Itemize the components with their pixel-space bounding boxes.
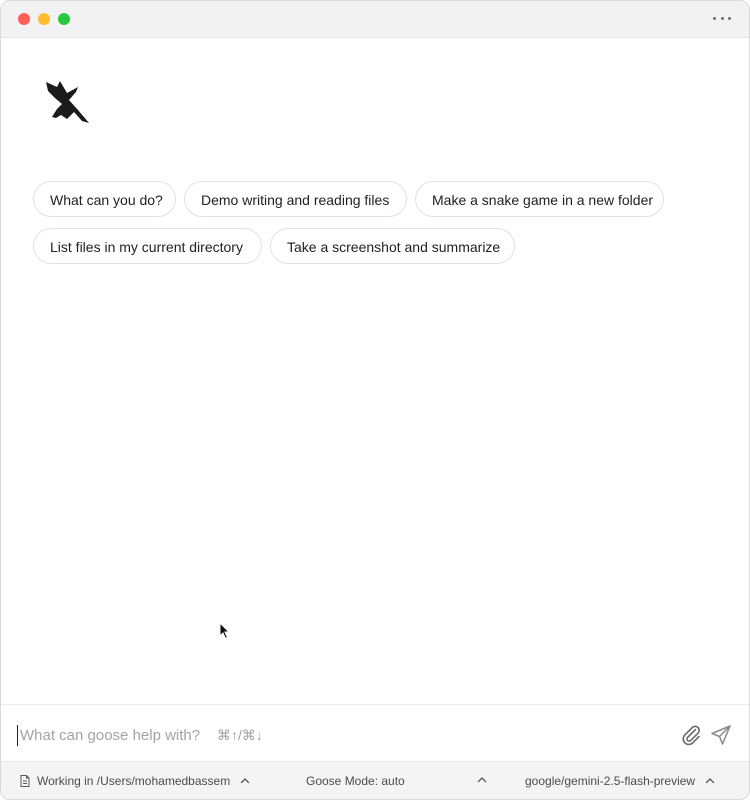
suggestion-chip[interactable]: Take a screenshot and summarize xyxy=(270,228,515,264)
model-label: google/gemini-2.5-flash-preview xyxy=(525,774,696,788)
close-window-button[interactable] xyxy=(18,13,30,25)
working-directory-selector[interactable]: Working in /Users/mohamedbassem xyxy=(18,772,250,790)
status-bar: Working in /Users/mohamedbassem Goose Mo… xyxy=(1,761,749,799)
send-icon[interactable] xyxy=(709,723,733,747)
suggestion-chip[interactable]: Demo writing and reading files xyxy=(184,181,407,217)
more-options-icon[interactable] xyxy=(713,11,731,25)
app-window: What can you do? Demo writing and readin… xyxy=(0,0,750,800)
maximize-window-button[interactable] xyxy=(58,13,70,25)
suggestion-chip[interactable]: List files in my current directory xyxy=(33,228,262,264)
text-caret xyxy=(17,725,18,746)
minimize-window-button[interactable] xyxy=(38,13,50,25)
document-icon xyxy=(20,775,30,787)
message-input[interactable]: What can goose help with? xyxy=(20,725,200,746)
suggestion-chip[interactable]: What can you do? xyxy=(33,181,176,217)
working-directory-label: Working in /Users/mohamedbassem xyxy=(37,774,231,788)
goose-mode-label: Goose Mode: auto xyxy=(306,774,405,788)
suggestion-chip[interactable]: Make a snake game in a new folder xyxy=(415,181,664,217)
title-bar xyxy=(1,1,749,38)
goose-mode-selector[interactable]: Goose Mode: auto xyxy=(306,772,405,790)
goose-logo-icon xyxy=(46,81,89,123)
dot xyxy=(713,16,716,20)
chevron-up-icon[interactable] xyxy=(477,775,487,785)
paperclip-icon[interactable] xyxy=(679,723,703,747)
dot xyxy=(720,16,724,20)
model-selector[interactable]: google/gemini-2.5-flash-preview xyxy=(525,772,715,790)
dot xyxy=(728,16,731,20)
chevron-up-icon xyxy=(705,778,715,784)
chevron-up-icon xyxy=(241,778,250,784)
message-composer[interactable]: What can goose help with? ⌘↑/⌘↓ xyxy=(1,704,749,763)
history-shortcut-hint: ⌘↑/⌘↓ xyxy=(217,727,263,743)
mouse-pointer-icon xyxy=(219,622,231,640)
